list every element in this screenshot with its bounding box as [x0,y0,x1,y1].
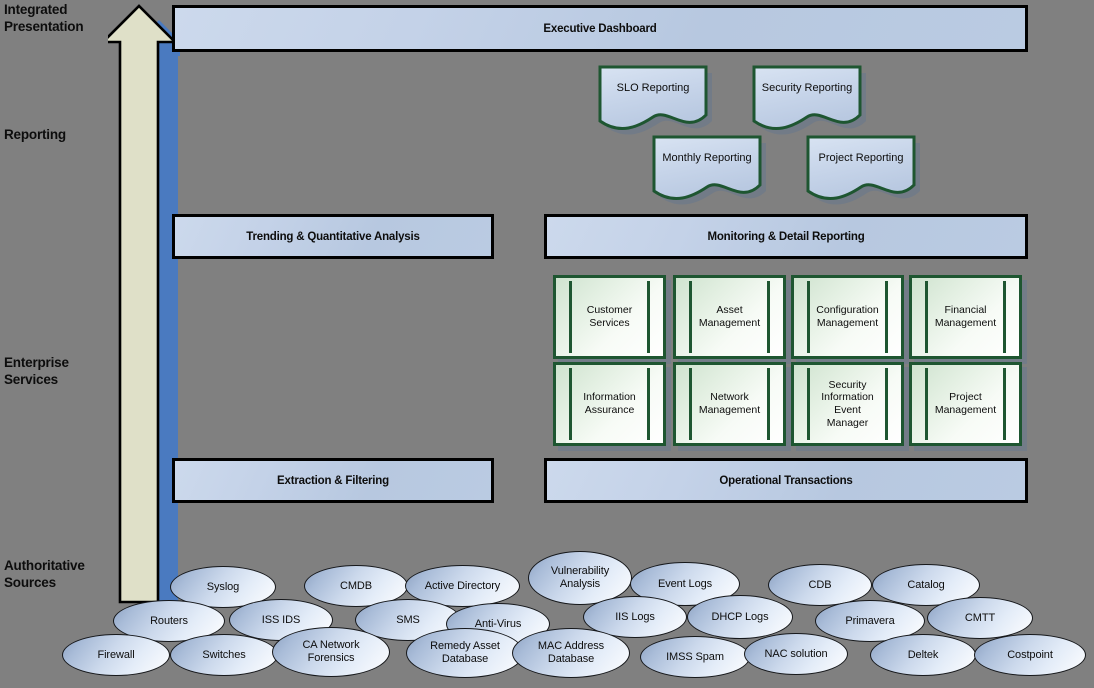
service-box-right-bar [767,281,770,353]
service-box-label: Configuration Management [816,304,879,329]
operational-transactions-box[interactable]: Operational Transactions [544,458,1031,506]
service-box-left-bar [569,368,572,440]
layer-label-integrated-presentation: Integrated Presentation [4,2,84,34]
service-box-frame: Project Management [909,362,1022,446]
source-ellipse-label: Switches [202,648,246,661]
source-ellipse-label: NAC solution [764,647,828,660]
service-box-frame: Network Management [673,362,786,446]
source-ellipse-label: CMDB [340,579,372,592]
upward-flow-arrow [108,2,180,606]
service-box-customer-services[interactable]: Customer Services [553,275,671,364]
source-ellipse-ca-network-forensics[interactable]: CA Network Forensics [272,627,396,684]
source-ellipse-cmtt[interactable]: CMTT [927,597,1039,646]
source-ellipse-switches[interactable]: Switches [170,634,284,683]
service-box-left-bar [689,281,692,353]
service-box-project-management[interactable]: Project Management [909,362,1027,451]
source-ellipse-label: CDB [808,578,832,591]
source-ellipse-label: Vulnerability Analysis [550,565,610,590]
service-box-label: Asset Management [698,304,761,329]
source-ellipse-dhcp-logs[interactable]: DHCP Logs [687,595,799,646]
source-ellipse-label: Primavera [845,614,895,627]
source-ellipse-firewall[interactable]: Firewall [62,634,176,683]
monitoring-detail-reporting-box[interactable]: Monitoring & Detail Reporting [544,214,1031,262]
service-box-information-assurance[interactable]: Information Assurance [553,362,671,451]
monitoring-detail-reporting-label: Monitoring & Detail Reporting [707,230,865,243]
source-ellipse-label: CMTT [964,611,996,624]
service-box-right-bar [767,368,770,440]
service-box-label: Information Assurance [583,391,636,416]
service-box-frame: Information Assurance [553,362,666,446]
service-box-frame: Asset Management [673,275,786,359]
service-box-right-bar [885,368,888,440]
service-box-left-bar [807,281,810,353]
service-box-right-bar [885,281,888,353]
source-ellipse-label: CA Network Forensics [302,639,360,664]
source-ellipse-label: Syslog [206,580,240,593]
architecture-diagram-canvas: Integrated Presentation Reporting Enterpris… [0,0,1094,688]
service-box-frame: Financial Management [909,275,1022,359]
trending-quantitative-analysis-box[interactable]: Trending & Quantitative Analysis [172,214,497,262]
service-box-label: Security Information Event Manager [821,378,874,429]
service-box-right-bar [1003,368,1006,440]
source-ellipse-label: SMS [396,613,420,626]
service-box-left-bar [925,368,928,440]
source-ellipse-deltek[interactable]: Deltek [870,634,982,683]
source-ellipse-costpoint[interactable]: Costpoint [974,634,1092,683]
operational-transactions-label: Operational Transactions [719,474,853,487]
service-box-frame: Customer Services [553,275,666,359]
source-ellipse-remedy-asset-database[interactable]: Remedy Asset Database [406,628,530,685]
service-box-left-bar [925,281,928,353]
source-ellipse-label: Event Logs [657,577,713,590]
report-doc-security-reporting[interactable]: Security Reporting [752,65,866,135]
service-box-left-bar [569,281,572,353]
source-ellipse-label: ISS IDS [261,613,301,626]
source-ellipse-label: Costpoint [1007,648,1053,661]
service-box-label: Customer Services [586,304,633,329]
report-doc-slo-reporting[interactable]: SLO Reporting [598,65,712,135]
source-ellipse-label: Catalog [907,578,945,591]
source-ellipse-label: DHCP Logs [711,610,769,623]
service-box-security-information-event-manager[interactable]: Security Information Event Manager [791,362,909,451]
source-ellipse-label: Routers [150,614,188,627]
source-ellipse-label: Active Directory [424,579,501,592]
service-box-left-bar [807,368,810,440]
source-ellipse-label: Remedy Asset Database [430,640,500,665]
report-doc-project-reporting[interactable]: Project Reporting [806,135,920,205]
layer-label-enterprise-services: Enterprise Services [4,355,69,387]
source-ellipse-label: IIS Logs [615,610,655,623]
service-box-configuration-management[interactable]: Configuration Management [791,275,909,364]
service-box-asset-management[interactable]: Asset Management [673,275,791,364]
source-ellipse-label: MAC Address Database [537,640,605,665]
service-box-financial-management[interactable]: Financial Management [909,275,1027,364]
service-box-frame: Configuration Management [791,275,904,359]
source-ellipse-label: IMSS Spam [666,650,724,663]
trending-quantitative-analysis-label: Trending & Quantitative Analysis [246,230,420,243]
service-box-label: Financial Management [934,304,997,329]
report-doc-monthly-reporting[interactable]: Monthly Reporting [652,135,766,205]
layer-label-reporting: Reporting [4,127,66,142]
service-box-right-bar [647,281,650,353]
service-box-frame: Security Information Event Manager [791,362,904,446]
service-box-label: Project Management [934,391,997,416]
extraction-filtering-label: Extraction & Filtering [277,474,389,487]
service-box-label: Network Management [698,391,761,416]
executive-dashboard-label: Executive Dashboard [543,22,657,35]
source-ellipse-label: Deltek [907,648,939,661]
service-box-left-bar [689,368,692,440]
source-ellipse-nac-solution[interactable]: NAC solution [744,633,854,682]
extraction-filtering-box[interactable]: Extraction & Filtering [172,458,497,506]
source-ellipse-label: Firewall [97,648,135,661]
service-box-right-bar [1003,281,1006,353]
service-box-network-management[interactable]: Network Management [673,362,791,451]
executive-dashboard-box[interactable]: Executive Dashboard [172,5,1031,55]
layer-label-authoritative-sources: Authoritative Sources [4,558,85,590]
service-box-right-bar [647,368,650,440]
source-ellipse-mac-address-database[interactable]: MAC Address Database [512,628,636,685]
source-ellipse-imss-spam[interactable]: IMSS Spam [640,636,756,685]
